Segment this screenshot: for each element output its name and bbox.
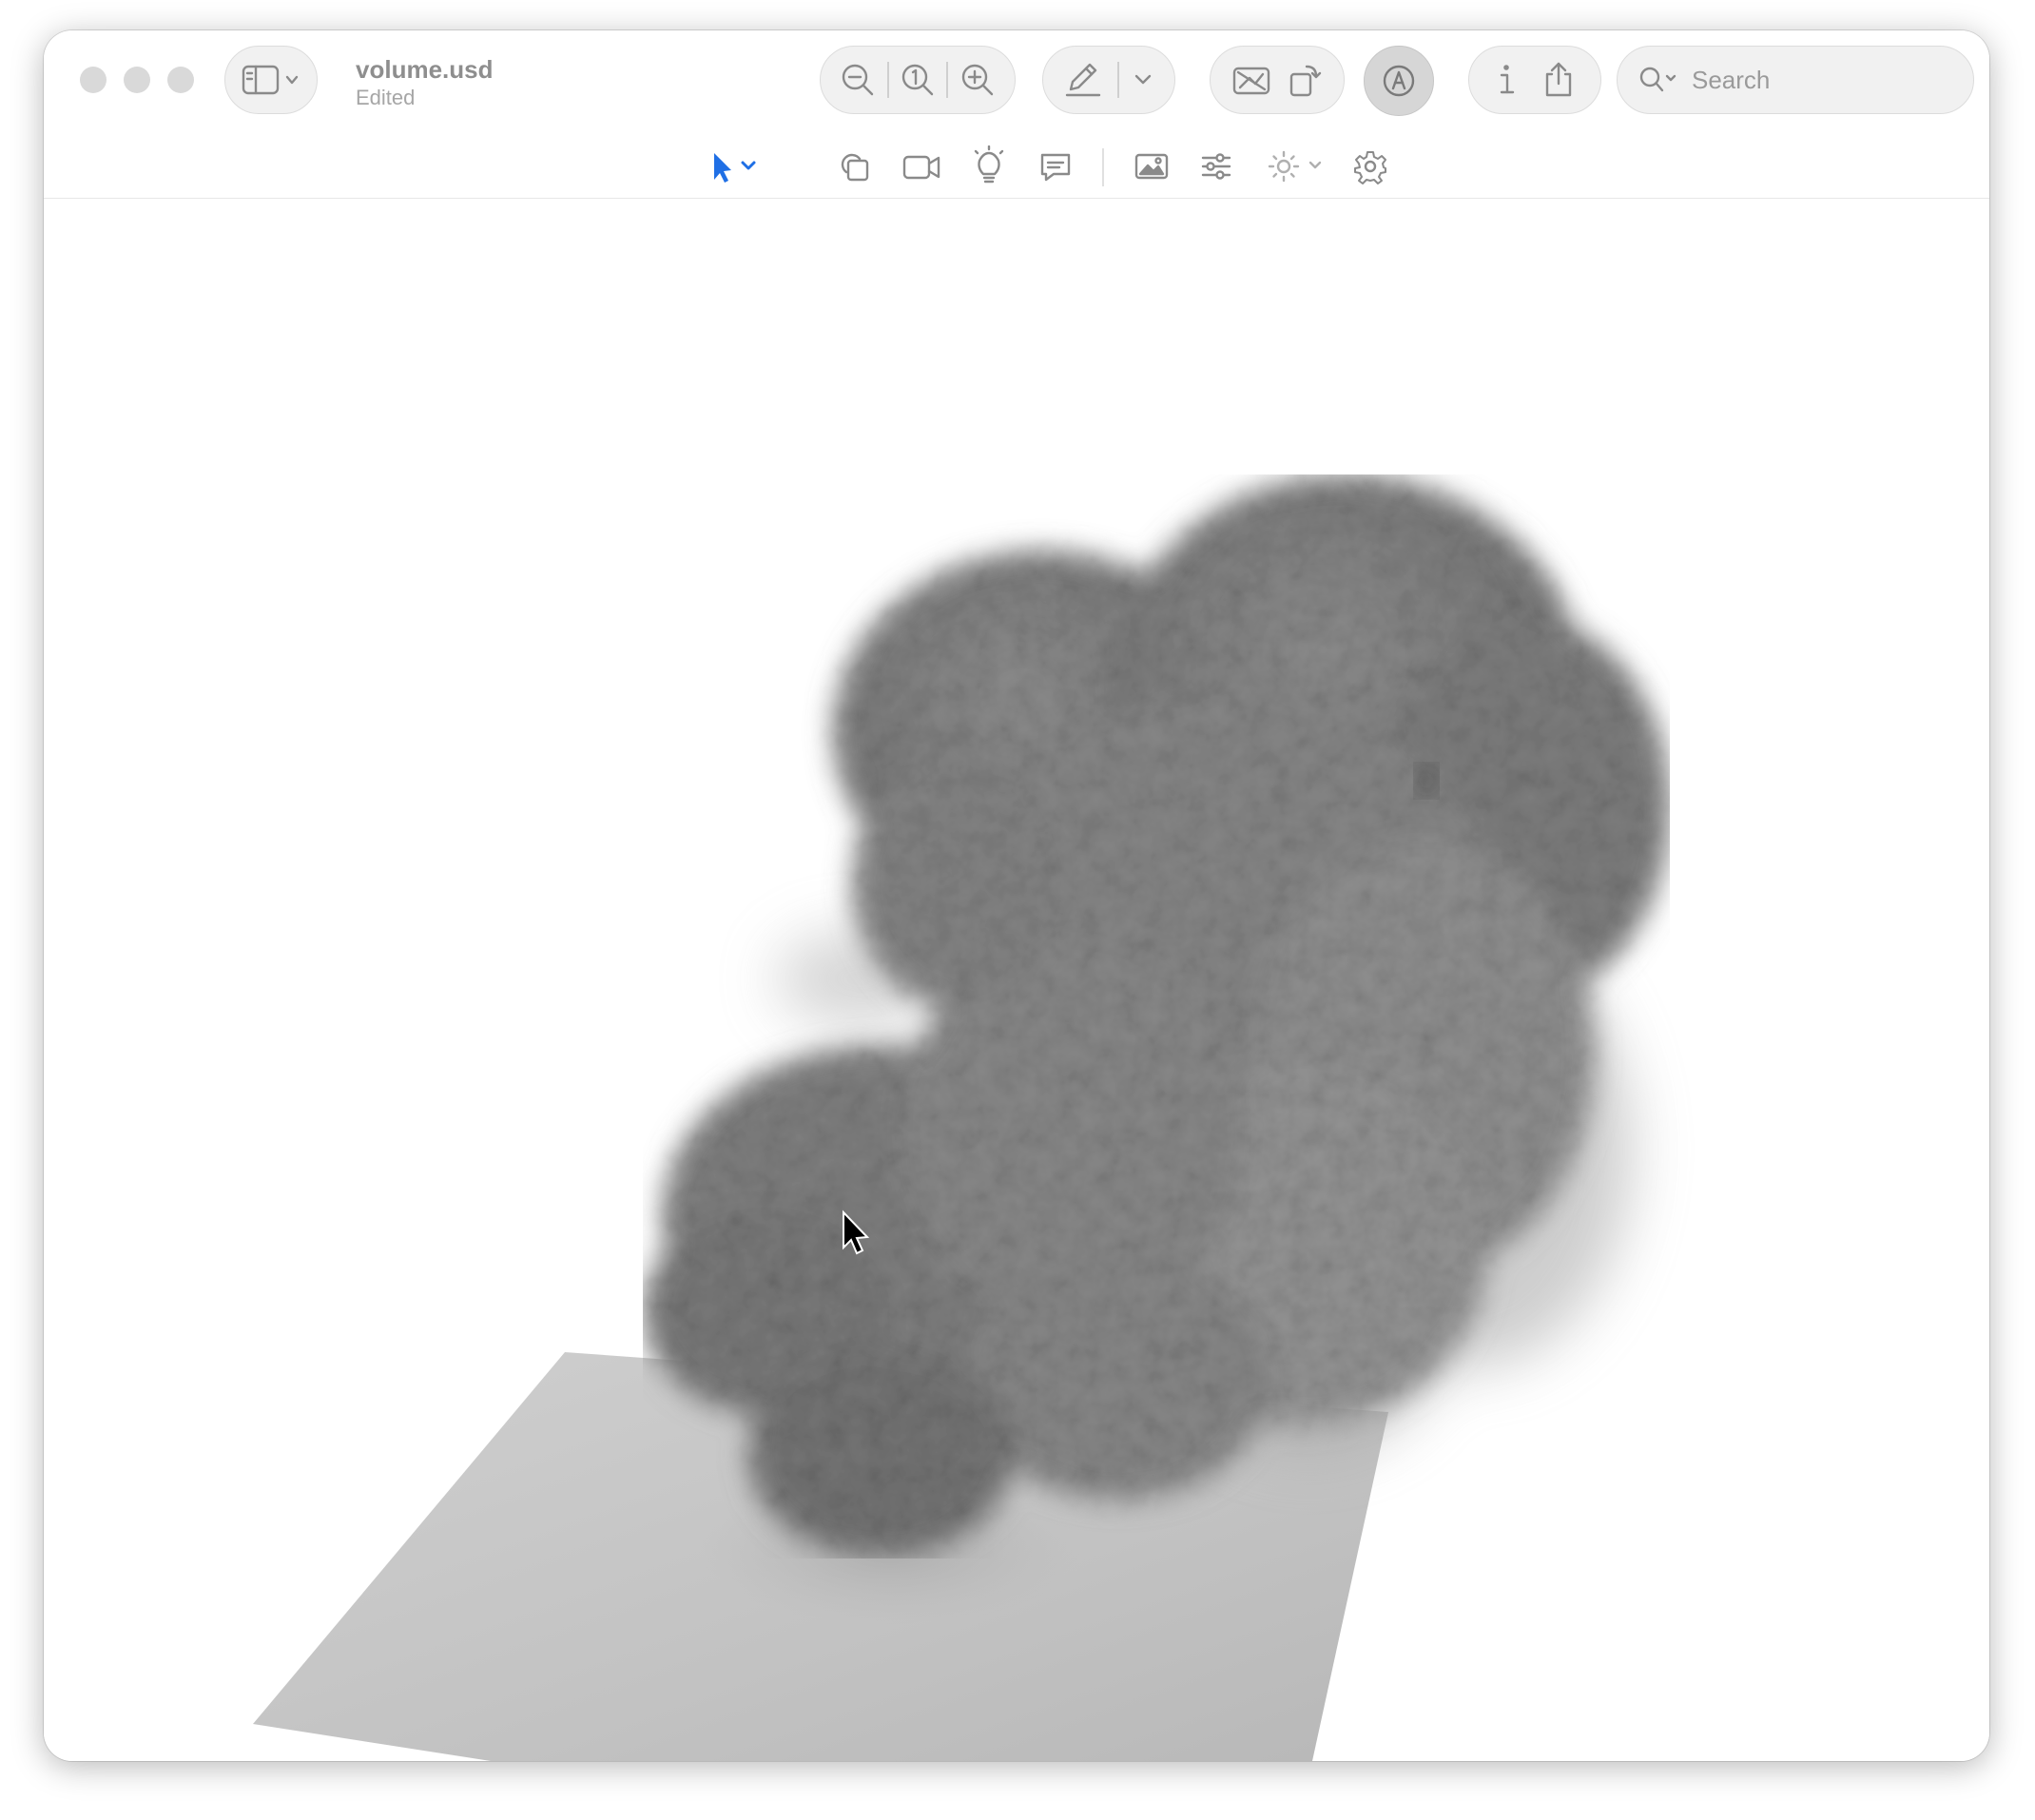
- minimize-window-button[interactable]: [124, 67, 150, 93]
- title-bar: volume.usd Edited Search: [44, 30, 1989, 199]
- close-window-button[interactable]: [80, 67, 107, 93]
- light-icon: [974, 145, 1004, 184]
- annotate-button[interactable]: [1063, 51, 1105, 108]
- zoom-out-button[interactable]: [839, 51, 877, 108]
- zoom-controls: [820, 46, 1016, 114]
- sidebar-icon: [242, 65, 299, 95]
- divider: [1116, 62, 1119, 98]
- divider: [886, 62, 889, 98]
- comment-tool-button[interactable]: [1035, 143, 1076, 190]
- sidebar-toggle-button[interactable]: [224, 46, 318, 114]
- search-field[interactable]: Search: [1617, 46, 1974, 114]
- zoom-in-icon: [961, 64, 993, 96]
- gear-icon: [1354, 151, 1386, 184]
- markup-toggle-button[interactable]: [1364, 46, 1434, 116]
- actual-size-button[interactable]: [899, 51, 937, 108]
- annotate-controls: [1042, 46, 1175, 114]
- brightness-icon: [1268, 150, 1322, 183]
- toolbar-divider: [1102, 148, 1104, 186]
- snapshot-button[interactable]: [1231, 51, 1272, 108]
- objects-icon: [841, 153, 869, 182]
- info-icon: [1500, 65, 1515, 94]
- adjust-tool-button[interactable]: [1194, 143, 1238, 190]
- view-controls: [1210, 46, 1345, 114]
- objects-tool-button[interactable]: [833, 143, 875, 190]
- snapshot-icon: [1232, 67, 1270, 95]
- divider: [946, 62, 949, 98]
- select-arrow-icon: [714, 153, 756, 183]
- share-button[interactable]: [1540, 51, 1578, 108]
- share-icon: [1545, 62, 1572, 97]
- info-button[interactable]: [1492, 51, 1521, 108]
- select-tool-button[interactable]: [704, 143, 761, 190]
- pencil-icon: [1065, 63, 1100, 97]
- zoom-out-icon: [842, 64, 874, 96]
- actual-size-icon: [901, 64, 934, 96]
- markup-icon: [1383, 65, 1415, 97]
- light-tool-button[interactable]: [968, 143, 1010, 190]
- brightness-tool-button[interactable]: [1263, 143, 1329, 190]
- camera-tool-button[interactable]: [900, 143, 943, 190]
- zoom-in-button[interactable]: [959, 51, 997, 108]
- zoom-window-button[interactable]: [167, 67, 194, 93]
- search-placeholder: Search: [1692, 65, 1771, 94]
- annotate-menu-button[interactable]: [1132, 51, 1154, 108]
- document-status: Edited: [356, 86, 416, 109]
- image-icon: [1134, 153, 1169, 180]
- smoke-body: [643, 474, 1670, 1559]
- rotate-button[interactable]: [1286, 51, 1324, 108]
- preview-window: volume.usd Edited Search: [44, 30, 1989, 1761]
- comment-icon: [1040, 153, 1071, 182]
- rotate-icon: [1289, 65, 1322, 97]
- 3d-viewport[interactable]: [44, 199, 1989, 1761]
- settings-tool-button[interactable]: [1348, 143, 1392, 190]
- info-share-controls: [1468, 46, 1601, 114]
- volume-render: [253, 474, 1670, 1761]
- chevron-down-icon: [1135, 74, 1152, 85]
- document-title: volume.usd: [356, 55, 494, 84]
- image-tool-button[interactable]: [1130, 143, 1173, 190]
- adjust-icon: [1201, 153, 1231, 180]
- search-icon: [1639, 67, 1676, 92]
- camera-icon: [902, 155, 940, 180]
